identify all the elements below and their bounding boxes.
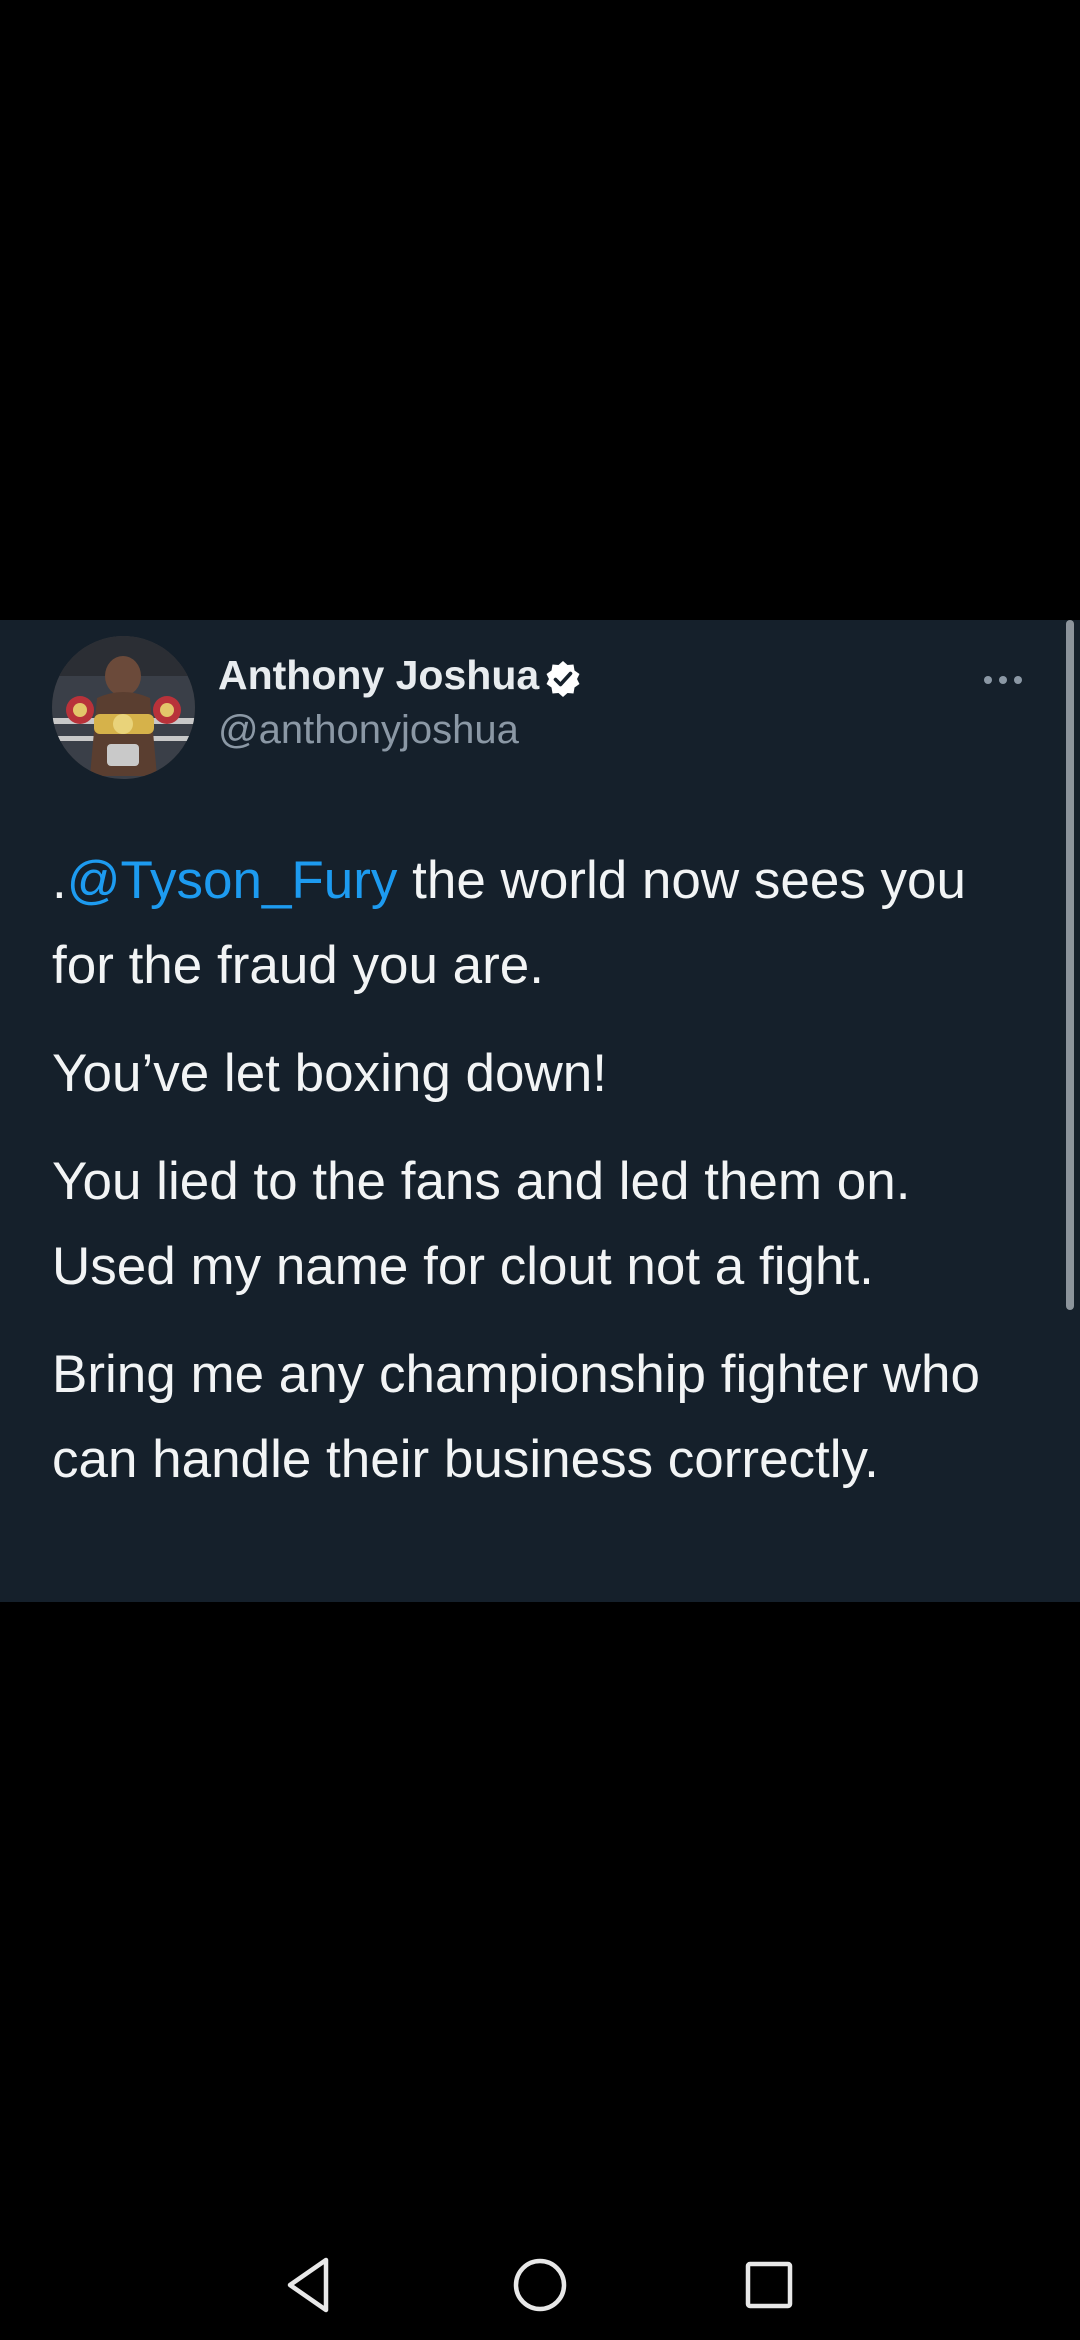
- tweet-body: .@Tyson_Fury the world now sees you for …: [52, 838, 1042, 1525]
- scroll-indicator: [1066, 620, 1074, 1310]
- tweet-paragraph-1: .@Tyson_Fury the world now sees you for …: [52, 838, 1042, 1008]
- author-name[interactable]: Anthony Joshua: [218, 652, 539, 699]
- home-icon[interactable]: [507, 2252, 573, 2318]
- recents-icon[interactable]: [736, 2252, 802, 2318]
- back-icon[interactable]: [276, 2252, 342, 2318]
- tweet-paragraph-4: Bring me any championship fighter who ca…: [52, 1345, 980, 1489]
- avatar-image: [52, 636, 195, 779]
- tweet-paragraph-2: You’ve let boxing down!: [52, 1044, 607, 1103]
- tweet-paragraph-3: You lied to the fans and led them on. Us…: [52, 1152, 911, 1296]
- system-navigation-bar: [0, 2230, 1080, 2340]
- avatar[interactable]: [52, 636, 195, 779]
- tweet-text-prefix: .: [52, 851, 67, 910]
- verified-badge-icon: [546, 661, 580, 697]
- more-options-icon[interactable]: [978, 662, 1028, 698]
- author-handle[interactable]: @anthonyjoshua: [218, 708, 519, 753]
- mention-link[interactable]: @Tyson_Fury: [67, 851, 398, 910]
